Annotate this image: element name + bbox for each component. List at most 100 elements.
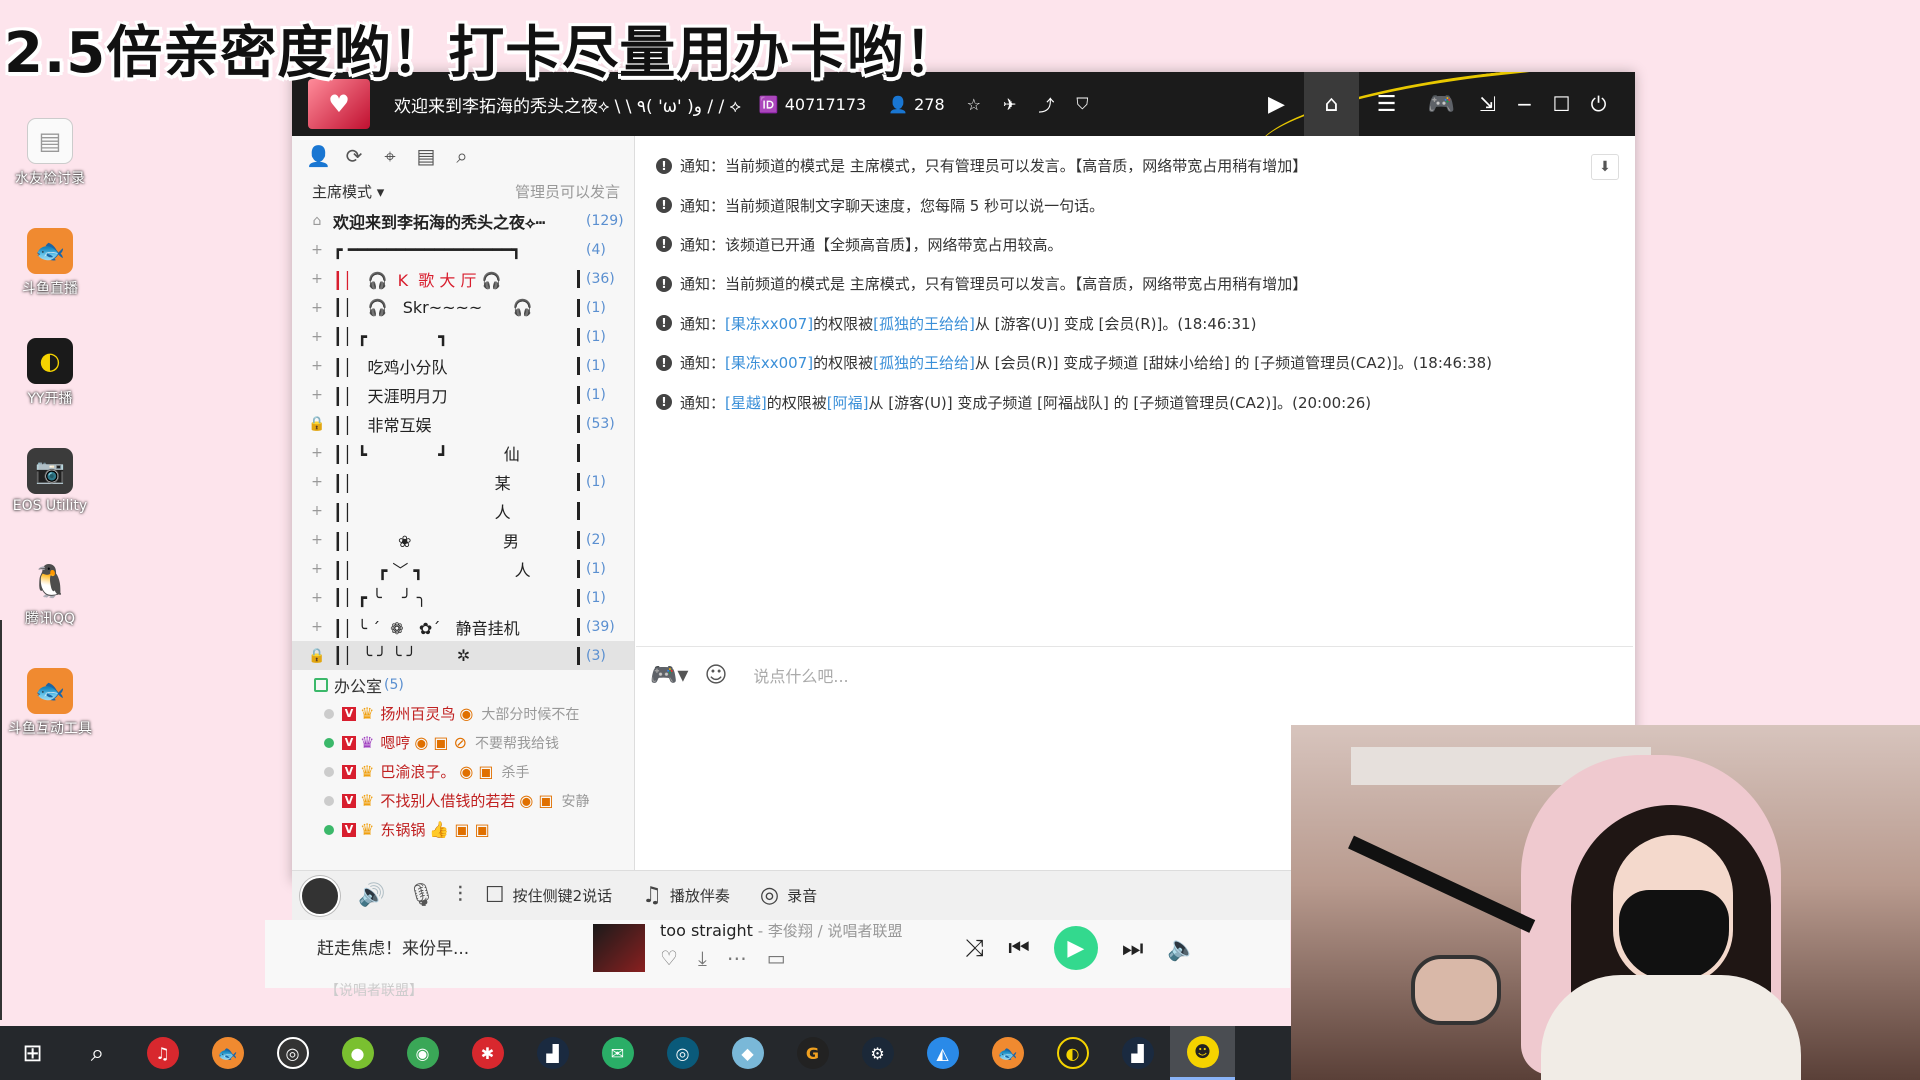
play-button[interactable]: ▶: [1053, 926, 1098, 970]
speaker-icon[interactable]: 🔊: [358, 883, 385, 908]
chrome-icon[interactable]: ◉: [390, 1026, 455, 1080]
expand-icon[interactable]: +: [307, 242, 327, 258]
shield-icon[interactable]: ⛉: [1076, 94, 1088, 114]
user-link[interactable]: [孤独的王给给]: [873, 352, 975, 373]
app-green-icon[interactable]: ●: [325, 1026, 390, 1080]
star-icon[interactable]: ☆: [967, 95, 981, 114]
channel-row[interactable]: + ┃│ 🎧 K 歌 大 厅 🎧 (36): [292, 264, 634, 293]
desktop-icon-qq[interactable]: 🐧 腾讯QQ: [0, 558, 100, 628]
album-cover[interactable]: [593, 924, 645, 972]
app-blue-icon[interactable]: ◭: [910, 1026, 975, 1080]
scroll-down-icon[interactable]: ⬇: [1591, 154, 1619, 180]
expand-icon[interactable]: +: [307, 561, 327, 577]
wechat-icon[interactable]: ✉: [585, 1026, 650, 1080]
gamepad-icon[interactable]: 🎮: [1414, 72, 1469, 136]
app-dark2-icon[interactable]: ▟: [1105, 1026, 1170, 1080]
expand-icon[interactable]: +: [307, 300, 327, 316]
member-row[interactable]: V ♛ 扬州百灵鸟 ◉ 大部分时候不在: [292, 699, 634, 728]
expand-icon[interactable]: +: [307, 532, 327, 548]
qq-icon[interactable]: ✱: [455, 1026, 520, 1080]
expand-icon[interactable]: +: [307, 474, 327, 490]
equalizer-icon[interactable]: ⫶: [457, 883, 463, 908]
home-icon[interactable]: ⌂: [1304, 72, 1359, 136]
expand-icon[interactable]: +: [307, 358, 327, 374]
volume-icon[interactable]: 🔈: [1167, 934, 1197, 962]
channel-row-selected[interactable]: 🔒 ┃│ ╰ ╯ ╰ ╯ ✲ (3): [292, 641, 634, 670]
member-row[interactable]: V ♛ 巴渝浪子。 ◉ ▣ 杀手: [292, 757, 634, 786]
douyu-tool-icon[interactable]: 🐟: [975, 1026, 1040, 1080]
app-g-icon[interactable]: G: [780, 1026, 845, 1080]
obs-icon[interactable]: ◎: [260, 1026, 325, 1080]
channel-row[interactable]: 🔒 ┃│ 非常互娱 (53): [292, 409, 634, 438]
member-row[interactable]: V ♛ 东锅锅 👍 ▣ ▣: [292, 815, 634, 844]
channel-row[interactable]: + ┃│ 吃鸡小分队 (1): [292, 351, 634, 380]
list-icon[interactable]: ☰: [1359, 72, 1414, 136]
microphone-icon[interactable]: 🎙: [407, 883, 435, 908]
maximize-icon[interactable]: ☐: [1543, 72, 1580, 136]
channel-row[interactable]: + ┃│ 天涯明月刀 (1): [292, 380, 634, 409]
channel-row[interactable]: + ┃│ ❀ 男 (2): [292, 525, 634, 554]
record-button[interactable]: ◎ 录音: [760, 883, 817, 908]
search-icon[interactable]: ⌕: [450, 144, 474, 168]
heart-icon[interactable]: ♡: [660, 946, 678, 970]
power-icon[interactable]: ⏻: [1580, 72, 1617, 136]
download-icon[interactable]: ⤓: [698, 946, 707, 970]
channel-row[interactable]: ⌂ 欢迎来到李拓海的秃头之夜⟡┅ (129): [292, 206, 634, 235]
desktop-icon-douyu[interactable]: 🐟 斗鱼直播: [0, 228, 100, 298]
user-link[interactable]: [果冻xx007]: [725, 313, 813, 334]
desktop-icon-eos[interactable]: 📷 EOS Utility: [0, 448, 100, 514]
plane-icon[interactable]: ✈: [1003, 95, 1016, 114]
search-icon[interactable]: ⌕: [65, 1026, 130, 1080]
expand-icon[interactable]: +: [307, 619, 327, 635]
channel-row[interactable]: + ┃│ 某 (1): [292, 467, 634, 496]
douyu-icon[interactable]: 🐟: [195, 1026, 260, 1080]
channel-row[interactable]: + ┃│ 人: [292, 496, 634, 525]
channel-row[interactable]: + ┃│ ╰ ˊ ❁ ✿ˊ 静音挂机 (39): [292, 612, 634, 641]
more-icon[interactable]: ⋯: [727, 946, 747, 970]
member-row[interactable]: V ♛ 不找别人借钱的若若 ◉ ▣ 安静: [292, 786, 634, 815]
mode-dropdown[interactable]: 主席模式 ▾: [312, 181, 384, 202]
desktop-icon-douyu-tool[interactable]: 🐟 斗鱼互动工具: [0, 668, 100, 738]
expand-icon[interactable]: +: [307, 271, 327, 287]
emoji-translate-icon[interactable]: ☺: [704, 663, 727, 688]
accompany-button[interactable]: ♫ 播放伴奏: [642, 883, 730, 908]
channel-row[interactable]: + ┃│ 🎧 Skr~~~~ 🎧 (1): [292, 293, 634, 322]
user-icon[interactable]: 👤: [306, 144, 331, 168]
video-icon[interactable]: ▶: [1249, 72, 1304, 136]
comment-icon[interactable]: ▭: [767, 946, 786, 970]
member-row[interactable]: V ♛ 嗯哼 ◉ ▣ ⊘ 不要帮我给钱: [292, 728, 634, 757]
user-link[interactable]: [星越]: [725, 392, 767, 413]
windows-start-icon[interactable]: ⊞: [0, 1026, 65, 1080]
minimize-tray-icon[interactable]: ⇲: [1469, 72, 1506, 136]
minimize-icon[interactable]: −: [1506, 72, 1543, 136]
yy-icon[interactable]: ◐: [1040, 1026, 1105, 1080]
app-dark-icon[interactable]: ▟: [520, 1026, 585, 1080]
channel-row[interactable]: + ┃│ ┏ ╰ ╯ ╮ (1): [292, 583, 634, 612]
desktop-icon-doc[interactable]: ▤ 水友检讨录: [0, 118, 100, 188]
app-circle-icon[interactable]: ◎: [650, 1026, 715, 1080]
channel-row[interactable]: + ┃│ ┏ ﹀ ┓ 人 (1): [292, 554, 634, 583]
channel-row[interactable]: + ┏ ━━━━━━━━━━━━━━━━━┓ (4): [292, 235, 634, 264]
chat-input[interactable]: 说点什么吧...: [753, 663, 848, 687]
location-icon[interactable]: ⌖: [378, 144, 402, 168]
push-to-talk-toggle[interactable]: ☐ 按住侧键2说话: [485, 883, 612, 908]
user-link[interactable]: [果冻xx007]: [725, 352, 813, 373]
expand-icon[interactable]: +: [307, 590, 327, 606]
expand-icon[interactable]: +: [307, 329, 327, 345]
shuffle-icon[interactable]: ⤨: [965, 934, 984, 962]
gamepad-icon[interactable]: 🎮▾: [650, 663, 688, 688]
user-link[interactable]: [阿福]: [827, 392, 869, 413]
expand-icon[interactable]: +: [307, 445, 327, 461]
avatar[interactable]: [300, 875, 340, 916]
yy-mascot-icon[interactable]: ☻: [1170, 1026, 1235, 1080]
expand-icon[interactable]: +: [307, 387, 327, 403]
expand-icon[interactable]: +: [307, 503, 327, 519]
desktop-icon-yy[interactable]: ◐ YY开播: [0, 338, 100, 408]
previous-icon[interactable]: ⏮: [1008, 934, 1030, 962]
next-icon[interactable]: ⏭: [1122, 934, 1144, 962]
notes-icon[interactable]: ▤: [414, 144, 438, 168]
recent-icon[interactable]: ⟳: [342, 144, 366, 168]
netease-music-icon[interactable]: ♫: [130, 1026, 195, 1080]
channel-row[interactable]: + ┃│ ┗ ┛ 仙: [292, 438, 634, 467]
office-subchannel[interactable]: 办公室 (5): [292, 670, 634, 699]
